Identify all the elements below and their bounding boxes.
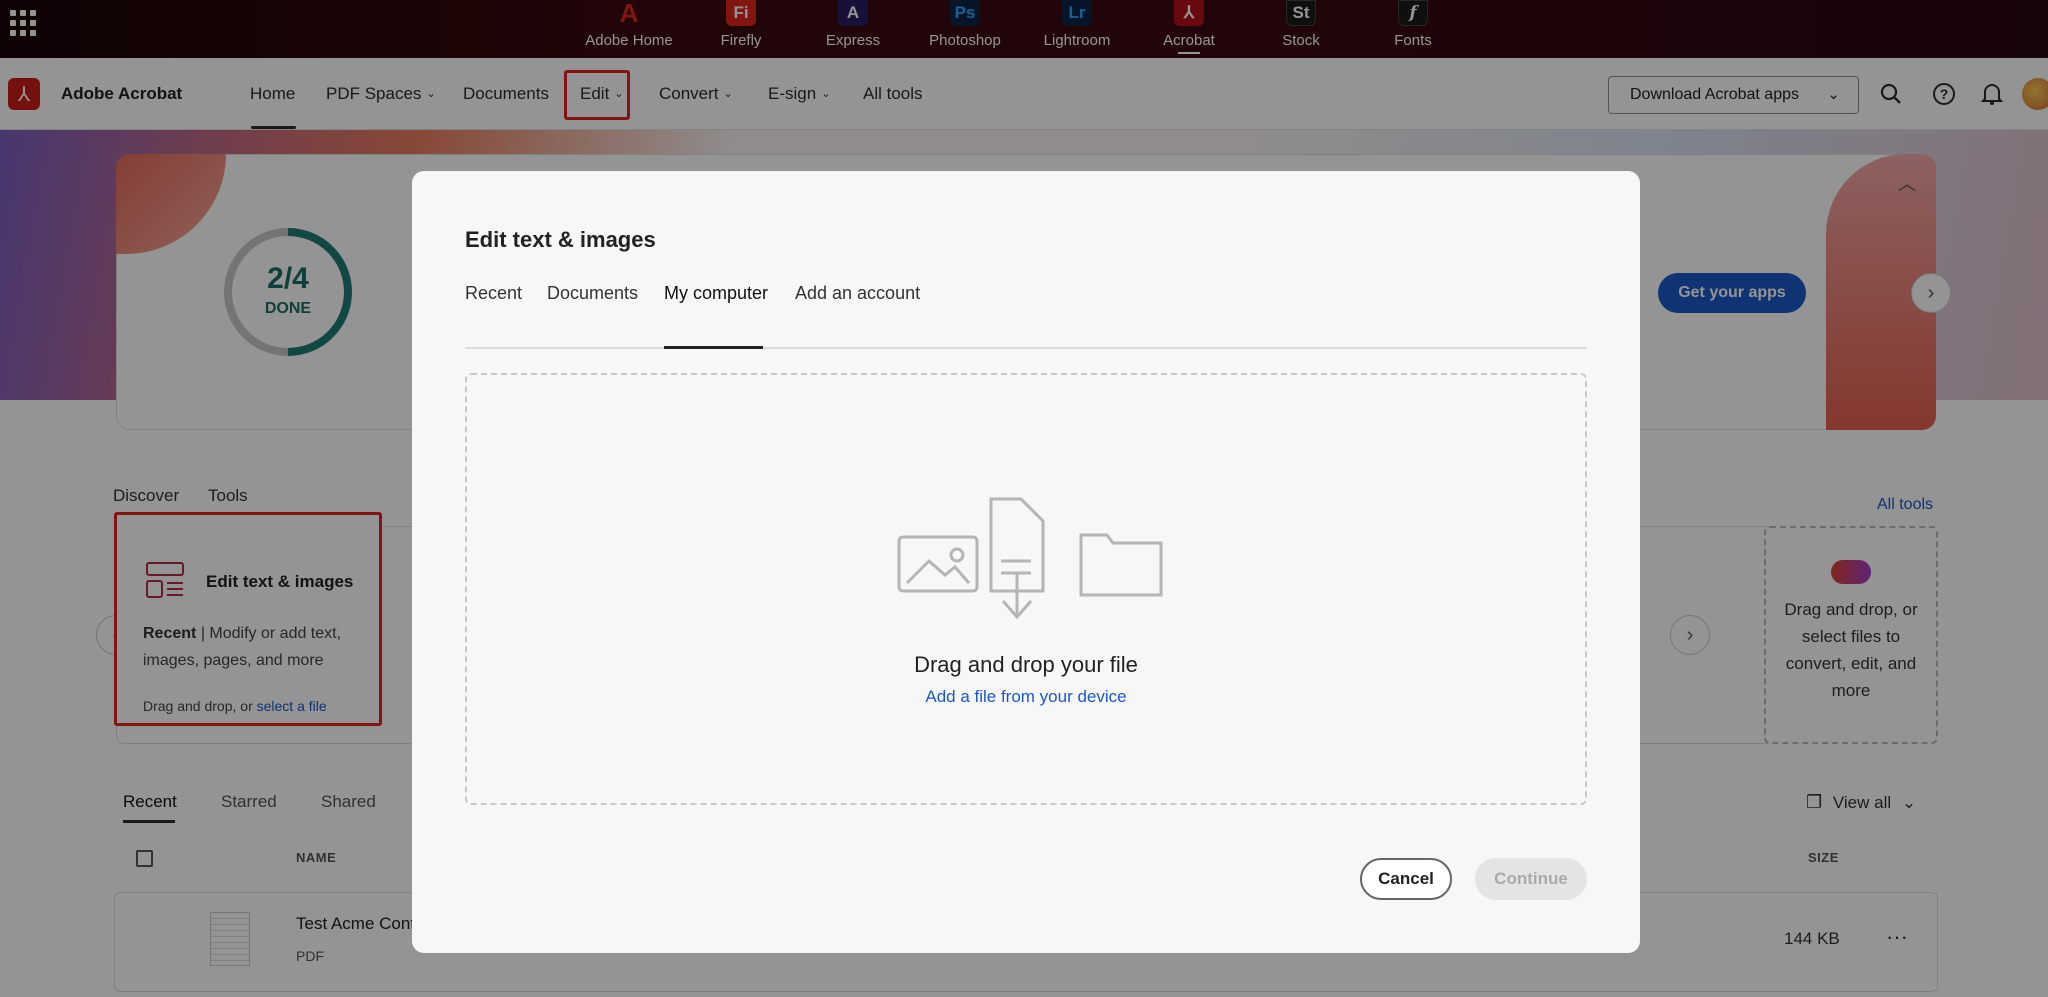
modal-tab-my-computer[interactable]: My computer: [664, 283, 768, 304]
modal-tab-add-account[interactable]: Add an account: [795, 283, 920, 304]
modal-tab-recent[interactable]: Recent: [465, 283, 522, 304]
upload-illustration-icon: [897, 497, 1163, 620]
tab-divider: [465, 347, 1587, 349]
tab-active-underline: [664, 346, 763, 349]
cancel-button[interactable]: Cancel: [1360, 858, 1452, 900]
file-drop-zone[interactable]: Drag and drop your file Add a file from …: [465, 373, 1587, 805]
continue-button[interactable]: Continue: [1475, 858, 1587, 900]
modal-title: Edit text & images: [465, 227, 656, 252]
file-picker-modal: Edit text & images Recent Documents My c…: [412, 171, 1640, 953]
add-file-link[interactable]: Add a file from your device: [467, 687, 1585, 707]
drop-zone-title: Drag and drop your file: [914, 652, 1138, 677]
modal-tab-documents[interactable]: Documents: [547, 283, 638, 304]
